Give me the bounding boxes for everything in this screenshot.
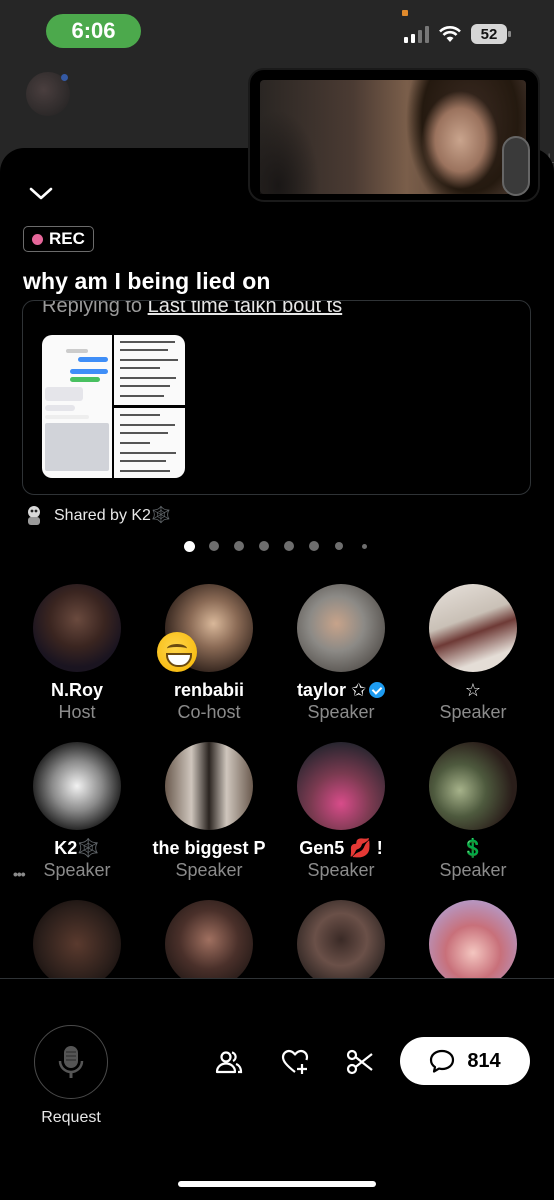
participant-avatar[interactable] [429, 900, 517, 988]
reply-target-link[interactable]: Last time talkn bout ts [148, 301, 343, 317]
shared-by-avatar-icon [28, 506, 40, 525]
status-time-pill[interactable]: 6:06 [46, 14, 141, 48]
screenshot-right-top [114, 335, 185, 405]
participant-name: the biggest P [152, 838, 266, 858]
participant-role: Speaker [439, 702, 507, 722]
participant-avatar[interactable] [165, 742, 253, 830]
page-dot[interactable] [309, 541, 319, 551]
participant-role: Speaker [307, 860, 375, 880]
page-dot[interactable] [284, 541, 294, 551]
participant-role: Speaker [307, 702, 375, 722]
keyboard-image [45, 423, 109, 471]
participant-tile[interactable]: ☆ Speaker [407, 584, 539, 723]
people-icon[interactable] [214, 1047, 244, 1077]
participant-avatar[interactable] [429, 742, 517, 830]
post-image-thumbnail[interactable] [42, 335, 185, 478]
battery-indicator: 52 [471, 24, 511, 44]
home-indicator[interactable] [178, 1181, 376, 1187]
participant-name: renbabii [173, 680, 244, 700]
verified-badge-icon [369, 682, 386, 698]
participant-avatar[interactable] [33, 584, 121, 672]
participant-tile[interactable]: renbabii Co-host [143, 584, 275, 723]
participant-role: Host [58, 702, 96, 722]
participant-avatar[interactable] [297, 742, 385, 830]
shared-by-text: Shared by K2🕸️ [54, 507, 171, 524]
comment-count: 814 [467, 1049, 501, 1072]
participant-tile[interactable] [11, 900, 143, 988]
participant-role: Speaker ••• [11, 859, 143, 882]
carousel-page-dots[interactable] [0, 540, 554, 552]
participant-tile[interactable]: K2🕸️ Speaker ••• [11, 742, 143, 882]
participant-name: 💲 [461, 838, 485, 858]
background-avatar [26, 72, 70, 116]
shared-by-row: Shared by K2🕸️ [24, 504, 171, 526]
participant-avatar[interactable] [297, 584, 385, 672]
participant-tile[interactable] [275, 900, 407, 988]
scissors-icon[interactable] [345, 1047, 375, 1077]
participant-name: K2🕸️ [54, 838, 100, 858]
status-icons: 52 [404, 24, 511, 44]
participant-tile[interactable]: Gen5 💋 ! Speaker [275, 742, 407, 881]
comments-button[interactable]: 814 [400, 1037, 530, 1085]
space-title: why am I being lied on [23, 268, 271, 294]
microphone-icon [58, 1046, 84, 1078]
participant-avatar[interactable] [33, 900, 121, 988]
participant-tile[interactable]: the biggest P Speaker [143, 742, 275, 881]
more-options-icon[interactable]: ••• [13, 863, 26, 885]
participant-tile[interactable]: N.Roy Host [11, 584, 143, 723]
participant-avatar[interactable] [297, 900, 385, 988]
picture-in-picture-video[interactable] [248, 68, 540, 202]
screenshot-right-bottom [114, 408, 185, 478]
screenshot-left [42, 335, 112, 478]
wifi-icon [439, 26, 461, 42]
participant-role: Speaker [439, 860, 507, 880]
heart-plus-icon[interactable] [280, 1047, 310, 1077]
page-dot[interactable] [209, 541, 219, 551]
participant-tile[interactable] [407, 900, 539, 988]
page-dot[interactable] [259, 541, 269, 551]
participant-name: ☆ [464, 680, 482, 700]
page-dot[interactable] [361, 543, 367, 549]
privacy-indicator-dot [402, 10, 408, 16]
participant-role: Speaker [175, 860, 243, 880]
participant-avatar[interactable] [165, 900, 253, 988]
recording-badge: REC [23, 226, 94, 252]
reply-context: Replying to Last time talkn bout ts [42, 300, 343, 318]
participant-name: taylor ✩ [275, 679, 407, 701]
participant-name: Gen5 💋 ! [299, 838, 383, 858]
request-label: Request [41, 1109, 101, 1126]
participant-avatar[interactable] [33, 742, 121, 830]
rec-label: REC [49, 229, 85, 248]
chevron-down-icon[interactable] [28, 184, 54, 204]
reply-prefix: Replying to [42, 300, 148, 317]
grinning-emoji-icon [157, 632, 197, 672]
bottom-action-bar: Request 814 [0, 979, 554, 1200]
comment-icon [430, 1049, 455, 1073]
participant-tile[interactable]: taylor ✩ Speaker [275, 584, 407, 723]
cellular-signal-icon [404, 25, 429, 43]
shared-post-card[interactable]: Replying to Last time talkn bout ts [22, 300, 531, 495]
participant-role: Co-host [177, 702, 241, 722]
page-dot[interactable] [234, 541, 244, 551]
page-dot[interactable] [183, 540, 195, 552]
pip-video-frame [260, 80, 526, 194]
page-dot[interactable] [335, 542, 343, 550]
request-to-speak-button[interactable] [34, 1025, 108, 1099]
rec-dot-icon [32, 233, 43, 245]
participant-avatar[interactable] [429, 584, 517, 672]
participant-tile[interactable]: 💲 Speaker [407, 742, 539, 881]
participant-name: N.Roy [50, 680, 103, 700]
participant-tile[interactable] [143, 900, 275, 988]
pip-resize-handle[interactable] [502, 136, 530, 196]
